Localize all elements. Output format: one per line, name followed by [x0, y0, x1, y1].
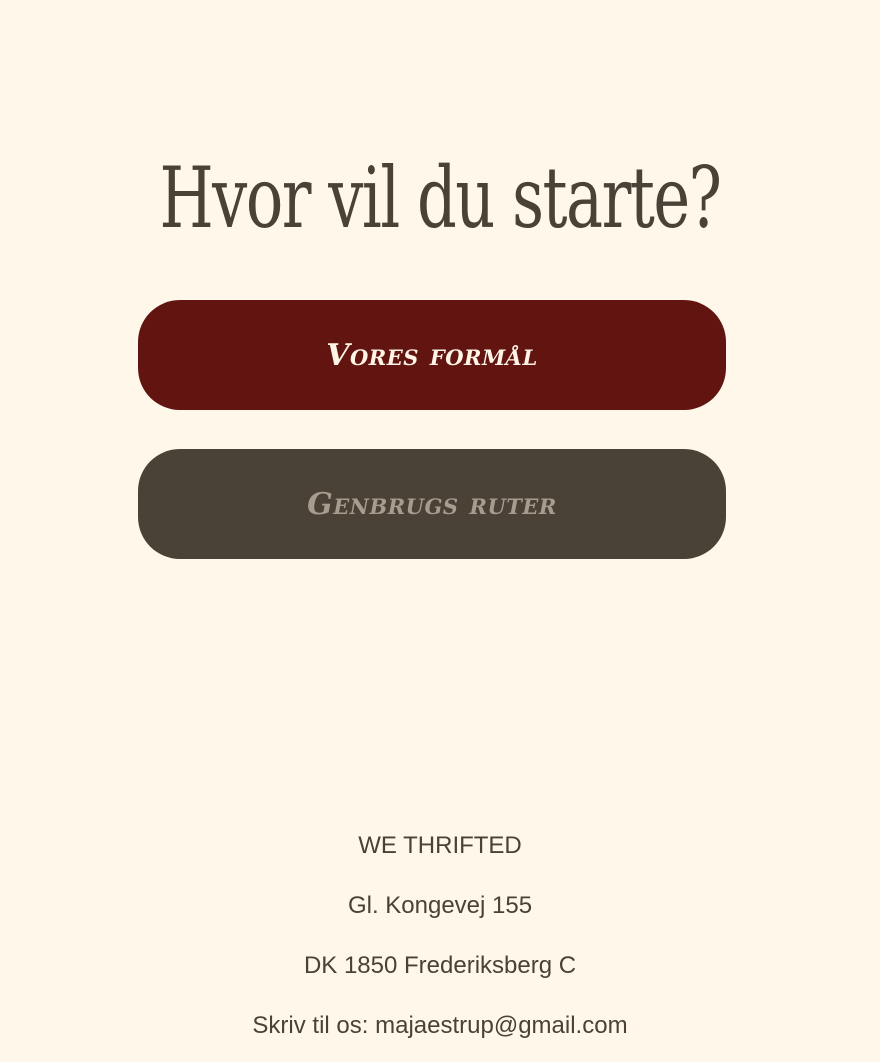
page: Hvor vil du starte? Vores formål Genbrug…	[0, 0, 880, 1062]
footer-contact: Skriv til os: majaestrup@gmail.com	[0, 1002, 880, 1062]
footer-address-street: Gl. Kongevej 155	[347, 892, 533, 919]
footer-contact-prefix: Skriv til os:	[252, 1012, 369, 1039]
page-heading: Hvor vil du starte?	[159, 149, 722, 247]
footer-brand: WE THRIFTED	[358, 832, 522, 859]
site-footer: WE THRIFTED Gl. Kongevej 155 DK 1850 Fre…	[0, 822, 880, 1062]
start-options: Vores formål Genbrugs ruter	[138, 300, 726, 598]
our-purpose-button[interactable]: Vores formål	[138, 300, 726, 410]
footer-address-city: DK 1850 Frederiksberg C	[303, 952, 577, 979]
thrift-routes-button[interactable]: Genbrugs ruter	[138, 449, 726, 559]
thrift-routes-button-label: Genbrugs ruter	[307, 486, 557, 522]
footer-email-link[interactable]: majaestrup@gmail.com	[375, 1012, 627, 1039]
our-purpose-button-label: Vores formål	[326, 337, 538, 373]
